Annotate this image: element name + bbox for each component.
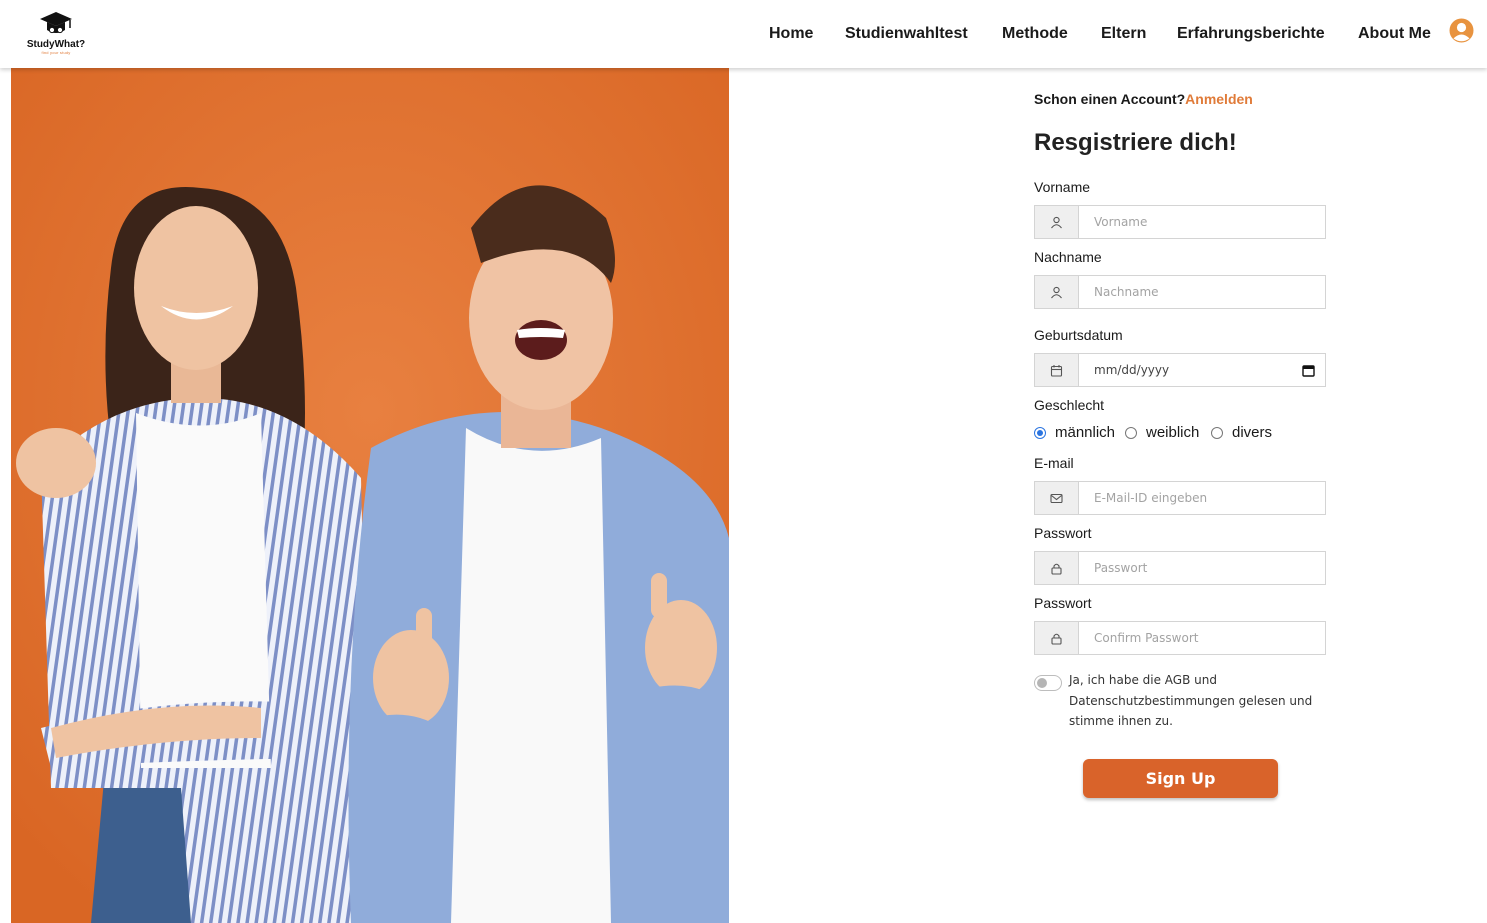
calendar-icon [1035, 354, 1079, 386]
email-input[interactable] [1079, 482, 1325, 514]
mail-icon [1035, 482, 1079, 514]
logo-name: StudyWhat? [26, 39, 86, 50]
two-students-illustration [11, 68, 729, 923]
sign-up-button[interactable]: Sign Up [1083, 759, 1278, 798]
lock-icon [1035, 622, 1079, 654]
lastname-label: Nachname [1034, 249, 1102, 265]
birthdate-label: Geburtsdatum [1034, 327, 1123, 343]
login-prompt-text: Schon einen Account? [1034, 91, 1186, 107]
password-label: Passwort [1034, 525, 1092, 541]
confirm-password-group [1034, 621, 1326, 655]
lock-icon [1035, 552, 1079, 584]
login-prompt: Schon einen Account?Anmelden [1034, 91, 1253, 107]
nav-home[interactable]: Home [769, 24, 813, 44]
gender-option-label: weiblich [1146, 424, 1200, 441]
calendar-picker-icon[interactable] [1291, 354, 1325, 386]
email-group [1034, 481, 1326, 515]
radio-unchecked-icon[interactable] [1125, 426, 1137, 439]
graduation-cap-icon [40, 12, 72, 34]
nav-erfahrungsberichte[interactable]: Erfahrungsberichte [1177, 24, 1325, 44]
firstname-input[interactable] [1079, 206, 1325, 238]
terms-toggle-switch[interactable] [1034, 675, 1062, 691]
user-icon [1035, 206, 1079, 238]
gender-option-label: divers [1232, 424, 1273, 441]
email-label: E-mail [1034, 455, 1074, 471]
radio-unchecked-icon[interactable] [1211, 426, 1223, 439]
logo-tagline: find your study [41, 50, 71, 55]
confirm-password-label: Passwort [1034, 595, 1092, 611]
gender-option-divers[interactable]: divers [1211, 424, 1272, 441]
birthdate-input[interactable]: mm/dd/yyyy [1079, 354, 1291, 386]
students-photo [11, 68, 729, 923]
password-input[interactable] [1079, 552, 1325, 584]
lastname-group [1034, 275, 1326, 309]
nav-methode[interactable]: Methode [1002, 24, 1068, 44]
confirm-password-input[interactable] [1079, 622, 1325, 654]
nav-eltern[interactable]: Eltern [1101, 24, 1146, 44]
form-title: Resgistriere dich! [1034, 129, 1237, 156]
terms-text: Ja, ich habe die AGB und Datenschutzbest… [1069, 673, 1313, 728]
user-account-icon[interactable] [1449, 18, 1474, 43]
firstname-group [1034, 205, 1326, 239]
gender-option-maennlich[interactable]: männlich [1034, 424, 1115, 441]
top-navbar: StudyWhat? find your study Home Studienw… [0, 0, 1487, 68]
firstname-label: Vorname [1034, 179, 1091, 195]
password-group [1034, 551, 1326, 585]
radio-checked-icon[interactable] [1034, 426, 1046, 439]
studywhat-logo[interactable]: StudyWhat? find your study [22, 10, 90, 64]
user-icon [1035, 276, 1079, 308]
login-link[interactable]: Anmelden [1185, 91, 1253, 107]
birthdate-group: mm/dd/yyyy [1034, 353, 1326, 387]
nav-about-me[interactable]: About Me [1358, 24, 1431, 44]
gender-label: Geschlecht [1034, 397, 1105, 413]
lastname-input[interactable] [1079, 276, 1325, 308]
gender-option-weiblich[interactable]: weiblich [1125, 424, 1199, 441]
gender-option-label: männlich [1055, 424, 1116, 441]
nav-studienwahltest[interactable]: Studienwahltest [845, 24, 968, 44]
